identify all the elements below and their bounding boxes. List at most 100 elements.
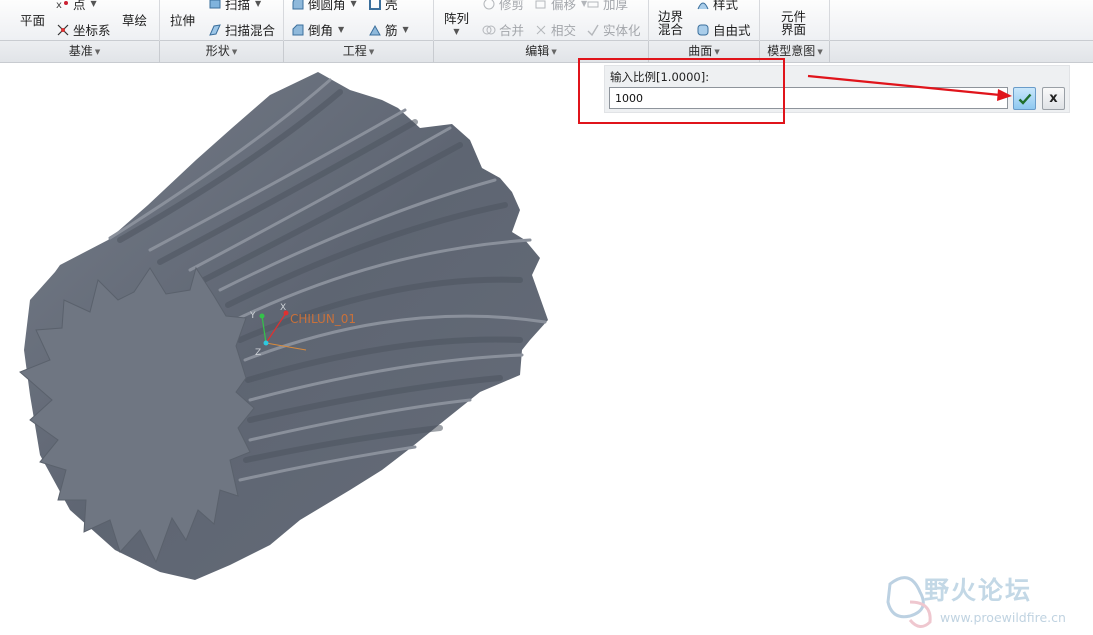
shell-button[interactable]: 壳 <box>368 0 398 13</box>
group-divider <box>759 41 760 63</box>
merge-button[interactable]: 合并 <box>482 20 524 39</box>
chamfer-label: 倒角 <box>308 23 334 38</box>
merge-icon <box>482 25 496 34</box>
extrude-label: 拉伸 <box>170 13 196 28</box>
swept-blend-icon <box>209 23 221 36</box>
axis-y-label: Y <box>249 311 256 321</box>
point-button[interactable]: x 点 ▼ <box>56 0 97 13</box>
ribbon: 平面 x 点 ▼ 坐标系 草绘 拉伸 扫描 ▼ 扫描混合 倒圆角 ▼ 倒角 ▼ 壳 筋 ▼ <box>0 0 1093 64</box>
scale-input-panel: 输入比例[1.0000]: x <box>604 65 1070 113</box>
csys-icon <box>57 24 69 35</box>
shell-icon <box>369 0 381 10</box>
trim-button[interactable]: 修剪 <box>482 0 524 13</box>
pattern-button[interactable]: 阵列 ▼ <box>444 12 469 38</box>
pattern-label: 阵列 <box>444 11 470 26</box>
group-model-intent-label: 模型意图 <box>767 44 816 58</box>
round-icon <box>292 0 304 9</box>
cancel-button[interactable]: x <box>1042 87 1065 110</box>
axis-z-label: Z <box>255 348 261 358</box>
offset-button[interactable]: 偏移 ▼ <box>534 0 587 13</box>
intersect-label: 相交 <box>551 23 577 38</box>
offset-label: 偏移 <box>551 0 577 12</box>
helical-gear-model[interactable]: Y X Z CHILUN_01 <box>0 63 1093 635</box>
plane-button[interactable]: 平面 <box>20 10 45 29</box>
chevron-down-icon: ▼ <box>90 0 97 8</box>
csys-label: 坐标系 <box>73 23 111 38</box>
chevron-down-icon: ▼ <box>94 48 101 56</box>
chevron-down-icon: ▼ <box>551 48 557 56</box>
watermark-title: 野火论坛 <box>924 576 1033 605</box>
chevron-down-icon: ▼ <box>817 48 823 56</box>
group-divider <box>648 41 649 63</box>
thicken-label: 加厚 <box>603 0 629 12</box>
graphics-viewport[interactable]: Y X Z CHILUN_01 <box>0 63 1093 635</box>
group-datum[interactable]: 基准 ▼ <box>10 41 159 63</box>
chevron-down-icon: ▼ <box>714 48 720 56</box>
group-divider <box>159 41 160 63</box>
group-engineering-label: 工程 <box>342 44 367 58</box>
csys-name-label: CHILUN_01 <box>290 312 356 326</box>
intersect-button[interactable]: 相交 <box>534 20 576 39</box>
point-label: 点 <box>73 0 86 12</box>
rib-button[interactable]: 筋 ▼ <box>368 20 409 39</box>
group-divider <box>283 41 284 63</box>
trim-icon <box>483 0 495 9</box>
chevron-down-icon: ▼ <box>368 48 375 56</box>
round-label: 倒圆角 <box>308 0 346 12</box>
chevron-down-icon: ▼ <box>453 27 460 36</box>
group-shapes[interactable]: 形状 ▼ <box>160 41 283 63</box>
group-surfaces[interactable]: 曲面 ▼ <box>649 41 759 63</box>
forum-watermark: 野火论坛 www.proewildfire.cn <box>880 570 1090 632</box>
chevron-down-icon: ▼ <box>231 48 238 56</box>
group-surfaces-label: 曲面 <box>688 44 713 58</box>
group-model-intent[interactable]: 模型意图 ▼ <box>760 41 830 63</box>
freestyle-button[interactable]: 自由式 <box>696 20 751 39</box>
chevron-down-icon: ▼ <box>350 0 357 8</box>
confirm-button[interactable] <box>1013 87 1036 110</box>
group-shapes-label: 形状 <box>205 44 230 58</box>
group-engineering[interactable]: 工程 ▼ <box>284 41 433 63</box>
watermark-url: www.proewildfire.cn <box>940 610 1066 625</box>
chevron-down-icon: ▼ <box>255 0 262 8</box>
component-interface-button[interactable]: 元件 界面 <box>781 10 806 36</box>
trim-label: 修剪 <box>499 0 525 12</box>
group-divider <box>829 41 830 63</box>
chamfer-icon <box>292 24 304 35</box>
chevron-down-icon: ▼ <box>338 25 345 34</box>
ribbon-group-bar: 基准 ▼ 形状 ▼ 工程 ▼ 编辑 ▼ 曲面 ▼ 模型意图 ▼ <box>0 41 1093 63</box>
swept-blend-label: 扫描混合 <box>225 23 276 38</box>
sketch-button[interactable]: 草绘 <box>122 10 147 29</box>
group-editing-label: 编辑 <box>525 44 550 58</box>
thicken-icon <box>587 1 599 7</box>
freestyle-icon <box>697 24 709 35</box>
extrude-button[interactable]: 拉伸 <box>170 10 195 29</box>
boundary-blend-button[interactable]: 边界 混合 <box>658 10 683 36</box>
sweep-button[interactable]: 扫描 ▼ <box>208 0 261 13</box>
rib-label: 筋 <box>385 23 398 38</box>
shell-label: 壳 <box>385 0 398 12</box>
chevron-down-icon: ▼ <box>402 25 409 34</box>
intersect-icon <box>536 25 546 34</box>
thicken-button[interactable]: 加厚 <box>586 0 628 13</box>
solidify-icon <box>587 24 599 36</box>
style-button[interactable]: 样式 <box>696 0 738 13</box>
solidify-button[interactable]: 实体化 <box>586 20 641 39</box>
style-icon <box>697 2 709 9</box>
round-button[interactable]: 倒圆角 ▼ <box>291 0 357 13</box>
scale-prompt: 输入比例[1.0000]: <box>610 70 710 84</box>
sketch-label: 草绘 <box>122 13 148 28</box>
scale-input[interactable] <box>609 87 1008 109</box>
sweep-label: 扫描 <box>225 0 251 12</box>
group-editing[interactable]: 编辑 ▼ <box>434 41 648 63</box>
chamfer-button[interactable]: 倒角 ▼ <box>291 20 344 39</box>
csys-button[interactable]: 坐标系 <box>56 20 111 39</box>
swept-blend-button[interactable]: 扫描混合 <box>208 20 275 39</box>
svg-text:x: x <box>56 0 62 11</box>
point-icon: x <box>56 0 68 11</box>
style-label: 样式 <box>713 0 739 12</box>
group-divider <box>433 41 434 63</box>
offset-icon <box>535 0 546 8</box>
rib-icon <box>369 24 381 35</box>
axis-x-label: X <box>280 303 286 313</box>
check-icon <box>1018 93 1031 105</box>
